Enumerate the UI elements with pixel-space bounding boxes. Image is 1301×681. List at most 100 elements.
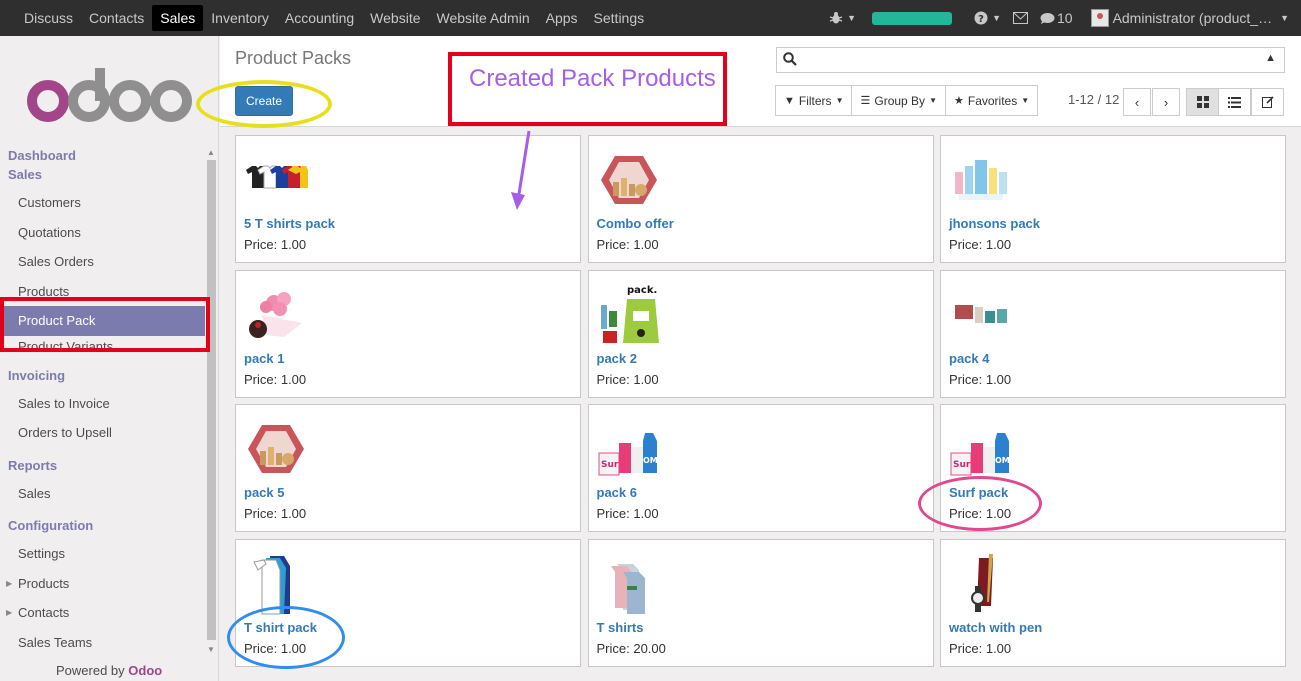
progress-fill xyxy=(872,11,953,25)
product-card[interactable]: Combo offer Price: 1.00 xyxy=(587,135,934,263)
list-view-button[interactable] xyxy=(1218,88,1251,116)
pager-value[interactable]: 1-12 / 12 xyxy=(1068,92,1119,107)
sidebar-item-product-pack[interactable]: Product Pack xyxy=(0,306,205,336)
product-name[interactable]: pack 2 xyxy=(597,351,637,366)
product-price: Price: 1.00 xyxy=(596,371,659,387)
sidebar-item-products[interactable]: Products xyxy=(0,277,205,307)
product-card[interactable]: watch with pen Price: 1.00 xyxy=(940,538,1286,667)
group-by-button[interactable]: ☰ Group By ▼ xyxy=(851,85,946,116)
help-menu[interactable]: ? ▼ xyxy=(968,11,1007,25)
caret-right-icon: ▶ xyxy=(6,578,13,588)
product-name[interactable]: T shirt pack xyxy=(244,620,317,635)
search-input[interactable] xyxy=(801,51,1251,69)
product-image: SurfOMO xyxy=(597,417,664,481)
form-view-button[interactable] xyxy=(1251,88,1284,116)
pager-next-button[interactable]: › xyxy=(1152,88,1180,116)
product-name[interactable]: pack 6 xyxy=(597,485,637,500)
product-image xyxy=(597,552,661,616)
favorites-button[interactable]: ★ Favorites ▼ xyxy=(944,85,1039,116)
product-card[interactable]: pack 4 Price: 1.00 xyxy=(940,269,1286,398)
chevron-down-icon: ▼ xyxy=(929,96,937,105)
product-price: Price: 1.00 xyxy=(949,640,1012,656)
sidebar-item-orders-to-upsell[interactable]: Orders to Upsell xyxy=(0,418,205,448)
product-name[interactable]: pack 1 xyxy=(244,351,284,366)
sidebar-item-config-contacts[interactable]: ▶ Contacts xyxy=(0,598,205,628)
sidebar-item-sales-teams[interactable]: Sales Teams xyxy=(0,628,205,658)
menu-accounting[interactable]: Accounting xyxy=(277,0,362,36)
section-invoicing: Invoicing xyxy=(8,367,66,383)
menu-discuss[interactable]: Discuss xyxy=(16,0,81,36)
product-name[interactable]: Surf pack xyxy=(949,485,1008,500)
product-card[interactable]: SurfOMO pack 6 Price: 1.00 xyxy=(587,404,934,532)
product-price: Price: 1.00 xyxy=(244,237,307,252)
sidebar-item-settings[interactable]: Settings xyxy=(0,539,205,569)
menu-website-admin[interactable]: Website Admin xyxy=(429,0,538,36)
progress-bar xyxy=(872,11,953,25)
search-options: ▼ Filters ▼ ☰ Group By ▼ ★ Favorites ▼ xyxy=(775,85,1039,116)
user-menu[interactable]: Administrator (product_… ▼ xyxy=(1079,9,1301,27)
chevron-down-icon: ▼ xyxy=(1021,96,1030,105)
product-card[interactable]: SurfOMO Surf pack Price: 1.00 xyxy=(940,404,1286,532)
menu-apps[interactable]: Apps xyxy=(538,0,586,36)
app-menu: Discuss Contacts Sales Inventory Account… xyxy=(0,0,652,36)
star-icon: ★ xyxy=(953,95,964,107)
sidebar-item-sales-orders[interactable]: Sales Orders xyxy=(0,247,205,277)
menu-contacts[interactable]: Contacts xyxy=(81,0,152,36)
product-name[interactable]: pack 5 xyxy=(244,485,284,500)
user-name: Administrator (product_… xyxy=(1112,10,1273,26)
powered-brand-link[interactable]: Odoo xyxy=(128,663,162,678)
product-image xyxy=(597,148,661,212)
menu-settings[interactable]: Settings xyxy=(586,0,653,36)
product-card[interactable]: pack 1 Price: 1.00 xyxy=(235,269,581,398)
product-card[interactable]: pack 5 Price: 1.00 xyxy=(235,404,581,532)
scroll-down-icon[interactable]: ▼ xyxy=(207,645,215,654)
sidebar-item-reports-sales[interactable]: Sales xyxy=(0,479,205,509)
progress-widget[interactable] xyxy=(862,11,968,25)
product-price: Price: 1.00 xyxy=(949,506,1012,521)
page-title: Product Packs xyxy=(235,48,352,68)
search-options-toggle[interactable]: ▲ xyxy=(1265,52,1276,64)
product-name[interactable]: jhonsons pack xyxy=(949,216,1040,231)
odoo-logo xyxy=(27,68,192,122)
product-card[interactable]: pack. pack 2 Price: 1.00 xyxy=(587,269,934,398)
scroll-thumb[interactable] xyxy=(207,160,216,640)
sidebar-item-config-products[interactable]: ▶ Products xyxy=(0,569,205,599)
filters-button[interactable]: ▼ Filters ▼ xyxy=(775,85,853,116)
sidebar-item-sales-to-invoice[interactable]: Sales to Invoice xyxy=(0,389,205,419)
product-name[interactable]: pack 4 xyxy=(949,351,989,366)
sidebar-scrollbar[interactable]: ▲ ▼ xyxy=(205,146,218,656)
sidebar-item-customers[interactable]: Customers xyxy=(0,188,205,218)
scroll-up-icon[interactable]: ▲ xyxy=(207,148,215,157)
product-card[interactable]: T shirt pack Price: 1.00 xyxy=(235,538,581,667)
kanban-view-button[interactable] xyxy=(1186,88,1219,116)
product-card[interactable]: T shirts Price: 20.00 xyxy=(587,538,934,667)
pager-previous-button[interactable]: ‹ xyxy=(1123,88,1151,116)
product-price: Price: 1.00 xyxy=(244,371,307,387)
th-large-icon xyxy=(1196,96,1209,108)
search-bar[interactable]: ▲ xyxy=(776,47,1285,73)
product-name[interactable]: watch with pen xyxy=(949,620,1042,635)
sidebar-item-product-variants[interactable]: Product Variants xyxy=(0,336,205,358)
mail-menu[interactable] xyxy=(1007,12,1034,24)
sidebar-item-label: Products xyxy=(18,575,70,591)
debug-menu[interactable]: ▼ xyxy=(823,11,862,25)
product-name[interactable]: Combo offer xyxy=(597,216,674,231)
avatar xyxy=(1090,9,1109,27)
product-image xyxy=(244,552,308,616)
menu-website[interactable]: Website xyxy=(362,0,428,36)
create-button[interactable]: Create xyxy=(235,86,293,116)
section-dashboard[interactable]: Dashboard xyxy=(0,146,205,165)
product-name[interactable]: 5 T shirts pack xyxy=(244,216,335,231)
menu-inventory[interactable]: Inventory xyxy=(203,0,277,36)
sidebar: Dashboard Sales Customers Quotations Sal… xyxy=(0,36,219,681)
product-name[interactable]: T shirts xyxy=(597,620,644,635)
menu-sales[interactable]: Sales xyxy=(152,5,204,31)
filters-label: Filters xyxy=(798,93,832,108)
product-price: Price: 1.00 xyxy=(244,640,307,656)
chevron-right-icon: › xyxy=(1163,94,1169,110)
product-card[interactable]: jhonsons pack Price: 1.00 xyxy=(940,135,1286,263)
messages-menu[interactable]: 10 xyxy=(1034,10,1079,26)
edit-icon xyxy=(1261,96,1274,108)
sidebar-item-quotations[interactable]: Quotations xyxy=(0,218,205,248)
product-image: pack. xyxy=(597,283,661,347)
